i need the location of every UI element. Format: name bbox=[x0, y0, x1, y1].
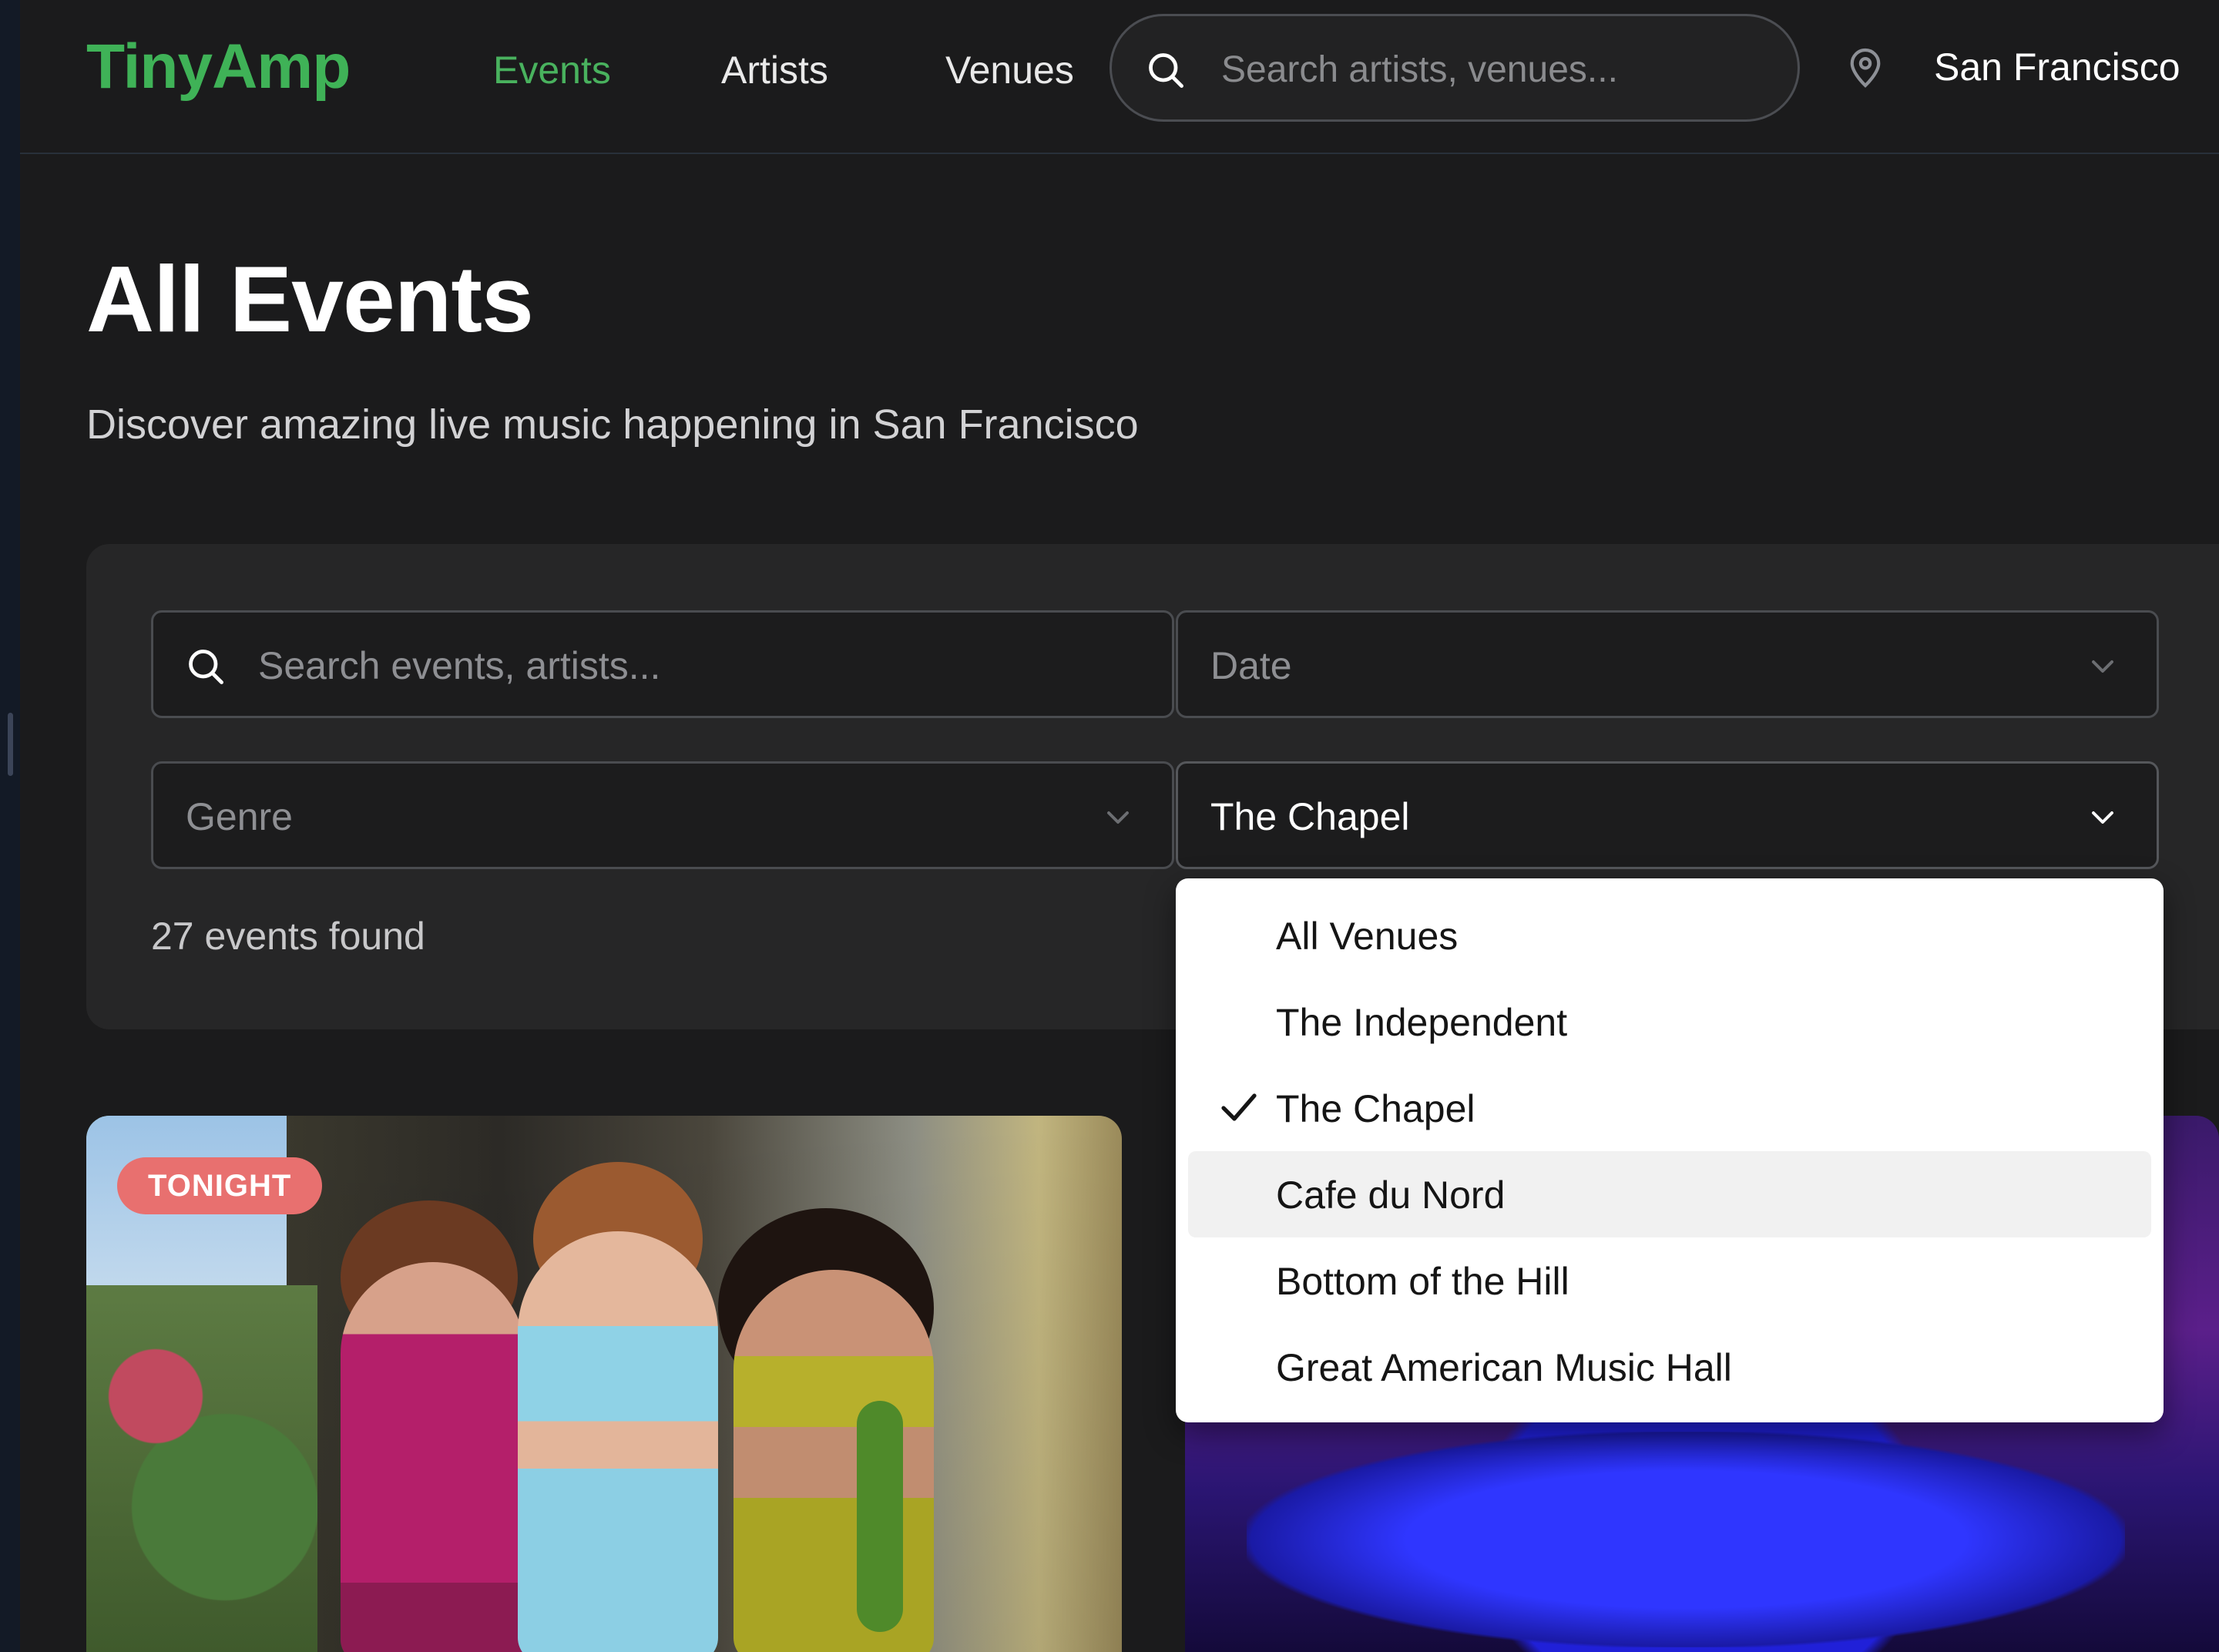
logo[interactable]: TinyAmp bbox=[86, 31, 351, 103]
venue-dropdown-menu: All Venues The Independent The Chapel Ca… bbox=[1176, 878, 2164, 1422]
venue-option-the-independent[interactable]: The Independent bbox=[1188, 979, 2151, 1065]
city-selector[interactable]: San Francisco bbox=[1934, 45, 2180, 89]
chevron-down-icon bbox=[2092, 811, 2113, 824]
venue-select-value: The Chapel bbox=[1210, 795, 1410, 838]
search-icon bbox=[189, 650, 223, 684]
venue-option-great-american-music-hall[interactable]: Great American Music Hall bbox=[1188, 1324, 2151, 1410]
resize-handle[interactable] bbox=[8, 713, 13, 776]
page-title: All Events bbox=[86, 247, 534, 351]
left-rail bbox=[0, 0, 20, 1652]
nav-venues[interactable]: Venues bbox=[945, 48, 1074, 92]
header-search-input[interactable]: Search artists, venues... bbox=[1110, 14, 1800, 122]
event-search-input[interactable]: Search events, artists... bbox=[151, 610, 1174, 718]
date-select-value: Date bbox=[1210, 644, 1292, 687]
top-navigation: TinyAmp Events Artists Venues Search art… bbox=[20, 0, 2219, 154]
header-search-placeholder: Search artists, venues... bbox=[1221, 49, 1618, 90]
checkmark-icon bbox=[1221, 1093, 1257, 1121]
genre-select[interactable]: Genre bbox=[151, 761, 1174, 869]
event-card[interactable]: TONIGHT bbox=[86, 1116, 1122, 1652]
venue-select[interactable]: The Chapel bbox=[1176, 761, 2159, 869]
page-subtitle: Discover amazing live music happening in… bbox=[86, 401, 1139, 448]
venue-option-cafe-du-nord[interactable]: Cafe du Nord bbox=[1188, 1151, 2151, 1237]
nav-events[interactable]: Events bbox=[493, 48, 611, 92]
genre-select-value: Genre bbox=[186, 795, 293, 838]
venue-option-the-chapel[interactable]: The Chapel bbox=[1188, 1065, 2151, 1151]
date-select[interactable]: Date bbox=[1176, 610, 2159, 718]
nav-artists[interactable]: Artists bbox=[721, 48, 828, 92]
venue-option-all-venues[interactable]: All Venues bbox=[1188, 892, 2151, 979]
event-search-placeholder: Search events, artists... bbox=[258, 644, 661, 687]
chevron-down-icon bbox=[2092, 660, 2113, 673]
results-count: 27 events found bbox=[151, 915, 425, 958]
tonight-badge: TONIGHT bbox=[117, 1157, 323, 1214]
map-pin-icon bbox=[1850, 48, 1881, 88]
venue-option-bottom-of-the-hill[interactable]: Bottom of the Hill bbox=[1188, 1237, 2151, 1324]
chevron-down-icon bbox=[1107, 811, 1129, 824]
search-icon bbox=[1149, 53, 1183, 88]
